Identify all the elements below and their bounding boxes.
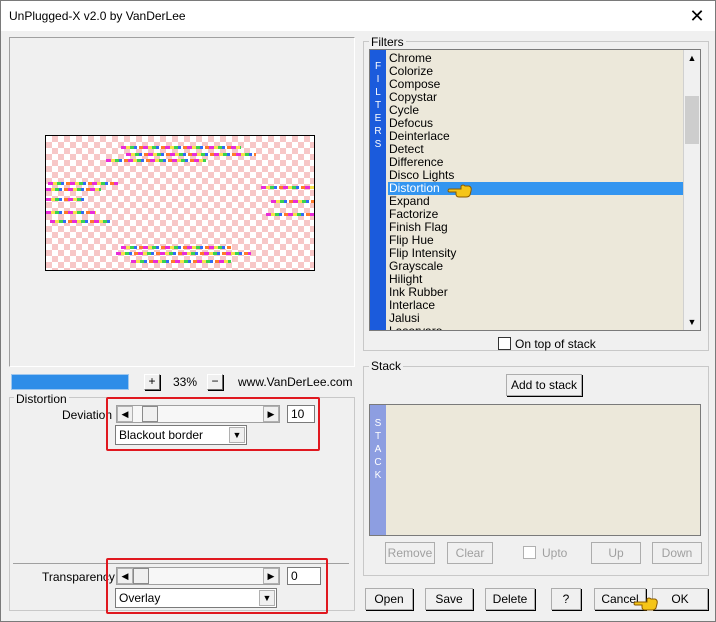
deviation-label: Deviation <box>62 408 113 422</box>
upto-label: Upto <box>542 546 568 560</box>
filter-items: Chrome Colorize Compose Copystar Cycle Defocu… <box>388 52 684 331</box>
upto-checkbox[interactable] <box>523 546 536 559</box>
stack-band: STACK <box>370 405 386 535</box>
stack-list[interactable]: STACK <box>369 404 701 536</box>
filters-group-label: Filters <box>369 35 406 49</box>
distortion-group-label: Distortion <box>14 392 69 406</box>
band-letter: I <box>376 74 380 85</box>
band-letter: L <box>375 87 381 98</box>
stack-group-label: Stack <box>369 359 404 373</box>
band-letter: T <box>374 431 382 442</box>
band-letter: A <box>374 444 382 455</box>
filter-item[interactable]: Lasorvaro <box>388 325 684 331</box>
dialog-window: UnPlugged-X v2.0 by VanDerLee ✕ + 33% − … <box>0 0 716 622</box>
scroll-down-icon[interactable]: ▼ <box>684 314 700 330</box>
filter-item[interactable]: Distortion <box>388 182 684 195</box>
highlight-box-distortion <box>106 397 320 451</box>
filters-scrollbar[interactable]: ▲ ▼ <box>683 50 700 330</box>
band-letter: S <box>374 139 382 150</box>
down-button[interactable]: Down <box>652 542 702 564</box>
scroll-up-icon[interactable]: ▲ <box>684 50 700 66</box>
pointing-hand-icon <box>633 597 658 611</box>
band-letter: R <box>374 126 382 137</box>
open-button[interactable]: Open <box>365 588 413 610</box>
title-bar: UnPlugged-X v2.0 by VanDerLee ✕ <box>1 1 715 31</box>
scroll-thumb[interactable] <box>685 96 699 144</box>
filter-item[interactable]: Interlace <box>388 299 684 312</box>
preview-image[interactable] <box>45 135 315 271</box>
help-button[interactable]: ? <box>551 588 581 610</box>
band-letter: S <box>374 418 382 429</box>
filter-item[interactable]: Grayscale <box>388 260 684 273</box>
website-link[interactable]: www.VanDerLee.com <box>238 375 353 389</box>
zoom-in-button[interactable]: + <box>144 374 160 390</box>
save-button[interactable]: Save <box>425 588 473 610</box>
pointing-hand-icon <box>447 184 472 198</box>
add-to-stack-button[interactable]: Add to stack <box>506 374 582 396</box>
window-title: UnPlugged-X v2.0 by VanDerLee <box>9 9 186 23</box>
progress-bar <box>11 374 129 390</box>
highlight-box-transparency <box>106 558 328 614</box>
filter-item[interactable]: Copystar <box>388 91 684 104</box>
transparency-label: Transparency <box>42 570 115 584</box>
zoom-level: 33% <box>173 375 198 389</box>
filter-item[interactable]: Deinterlace <box>388 130 684 143</box>
clear-button[interactable]: Clear <box>447 542 493 564</box>
band-letter: T <box>374 100 382 111</box>
on-top-checkbox[interactable] <box>498 337 511 350</box>
ok-button[interactable]: OK <box>652 588 708 610</box>
band-letter: K <box>374 470 382 481</box>
filters-band: FILTERS <box>370 50 386 330</box>
band-letter: E <box>374 113 382 124</box>
delete-button[interactable]: Delete <box>485 588 535 610</box>
up-button[interactable]: Up <box>591 542 641 564</box>
band-letter: F <box>374 61 382 72</box>
remove-button[interactable]: Remove <box>385 542 435 564</box>
zoom-out-button[interactable]: − <box>207 374 223 390</box>
on-top-label: On top of stack <box>515 337 596 351</box>
filters-list[interactable]: FILTERS Chrome Colorize Compose Copystar Cyc… <box>369 49 701 331</box>
close-icon[interactable]: ✕ <box>687 6 707 26</box>
band-letter: C <box>374 457 382 468</box>
